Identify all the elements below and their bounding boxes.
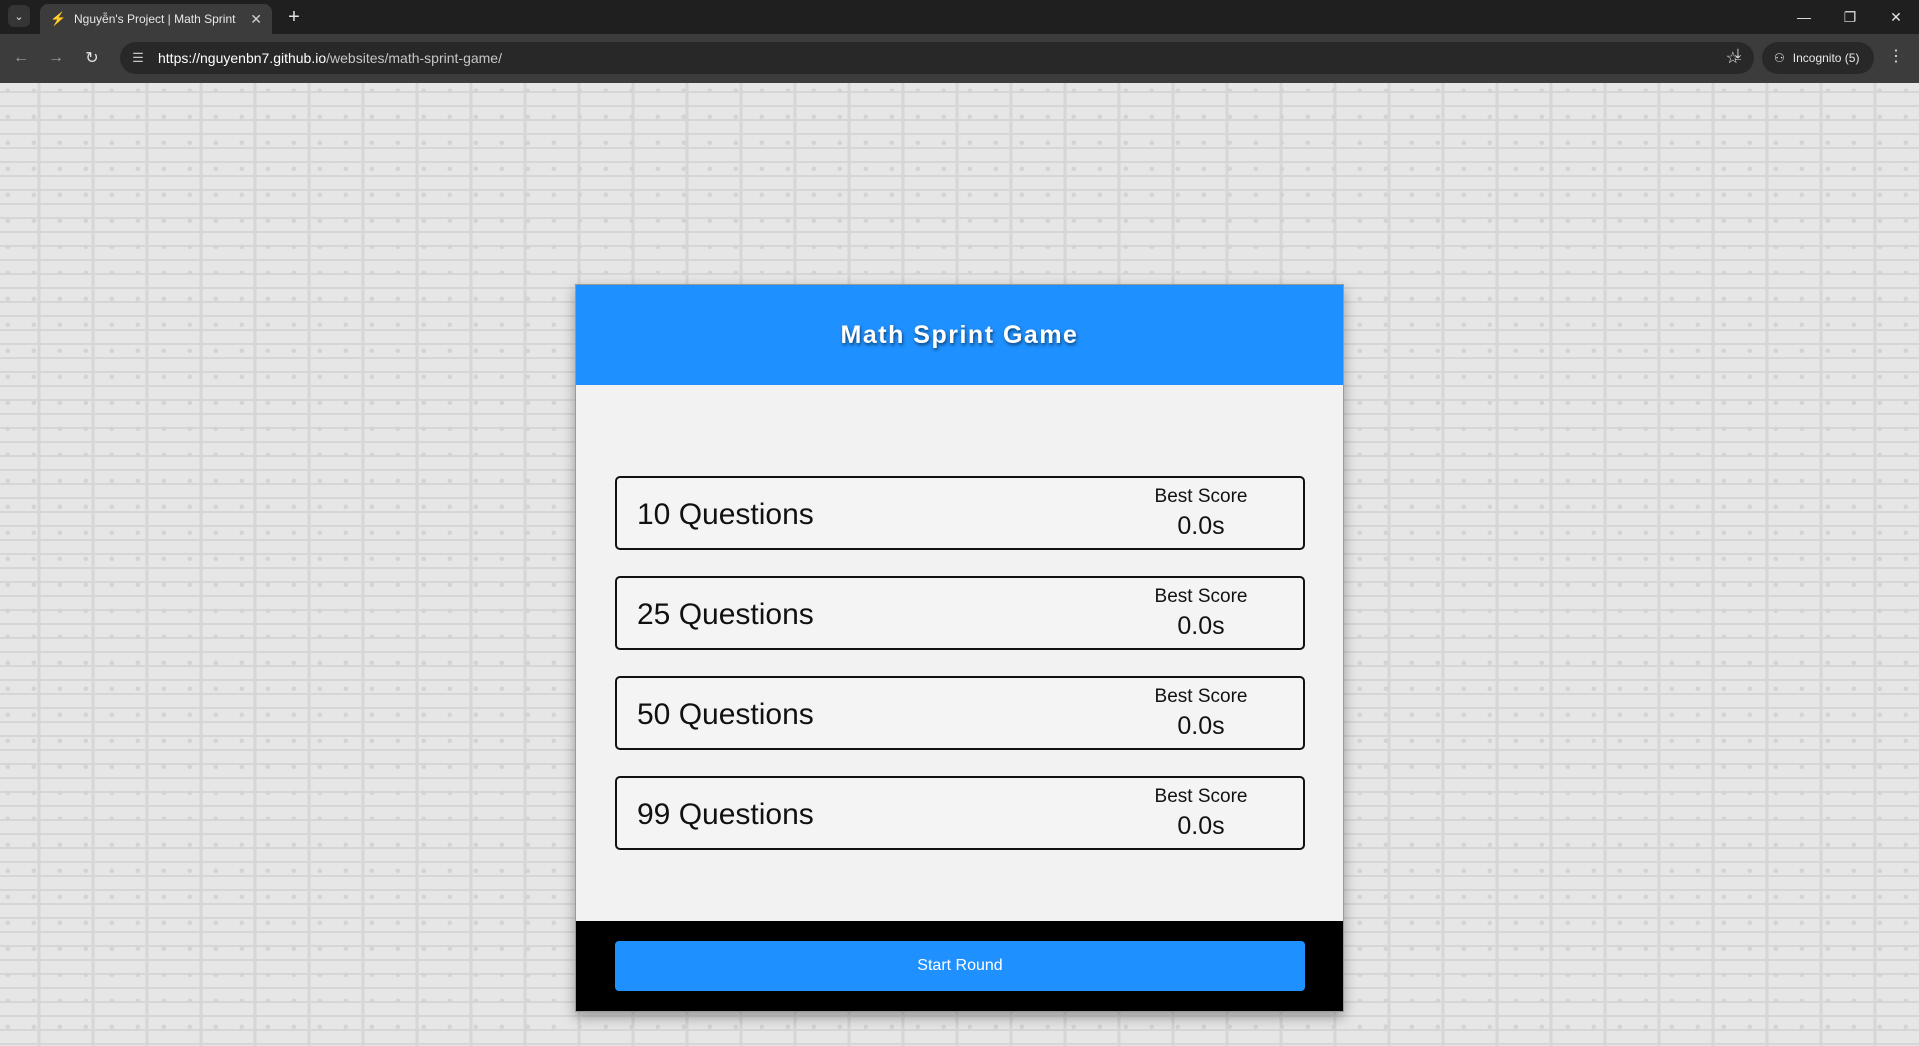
- url-path: /websites/math-sprint-game/: [326, 50, 502, 66]
- best-score: Best Score 0.0s: [1121, 786, 1281, 841]
- best-score: Best Score 0.0s: [1121, 486, 1281, 541]
- bolt-icon: ⚡: [50, 11, 67, 26]
- game-header: Math Sprint Game: [576, 285, 1343, 385]
- plus-icon[interactable]: +: [282, 6, 306, 30]
- arrow-right-icon[interactable]: →: [44, 46, 68, 70]
- reload-icon[interactable]: ↻: [80, 46, 104, 70]
- incognito-icon: ⚇: [1774, 51, 1785, 65]
- start-round-button[interactable]: Start Round: [615, 941, 1305, 991]
- minimize-icon[interactable]: —: [1781, 0, 1827, 34]
- arrow-left-icon[interactable]: ←: [9, 46, 33, 70]
- choice-label: 50 Questions: [637, 698, 814, 731]
- best-score-value: 0.0s: [1177, 512, 1225, 540]
- incognito-button[interactable]: ⚇ Incognito (5): [1762, 42, 1874, 74]
- download-icon[interactable]: ⤓: [1726, 46, 1750, 70]
- address-bar[interactable]: ☰ https://nguyenbn7.github.io/websites/m…: [120, 42, 1754, 74]
- restore-icon[interactable]: ❐: [1827, 0, 1873, 34]
- best-score-value: 0.0s: [1177, 812, 1225, 840]
- browser-toolbar: ← → ↻ ☰ https://nguyenbn7.github.io/webs…: [0, 34, 1919, 83]
- incognito-label: Incognito (5): [1792, 51, 1860, 65]
- game-footer: Start Round: [576, 921, 1343, 1011]
- best-score-label: Best Score: [1154, 586, 1248, 607]
- best-score: Best Score 0.0s: [1121, 586, 1281, 641]
- choice-25-questions[interactable]: 25 Questions Best Score 0.0s: [615, 576, 1305, 650]
- best-score-value: 0.0s: [1177, 712, 1225, 740]
- choice-label: 99 Questions: [637, 798, 814, 831]
- best-score: Best Score 0.0s: [1121, 686, 1281, 741]
- best-score-label: Best Score: [1154, 486, 1248, 507]
- best-score-label: Best Score: [1154, 786, 1248, 807]
- choice-50-questions[interactable]: 50 Questions Best Score 0.0s: [615, 676, 1305, 750]
- choice-10-questions[interactable]: 10 Questions Best Score 0.0s: [615, 476, 1305, 550]
- game-container: Math Sprint Game 10 Questions Best Score…: [575, 284, 1344, 1012]
- chevron-down-icon[interactable]: ⌄: [8, 5, 30, 27]
- page-viewport: Math Sprint Game 10 Questions Best Score…: [0, 83, 1919, 1046]
- close-icon[interactable]: ✕: [250, 11, 262, 28]
- browser-tab[interactable]: ⚡ Nguyễn's Project | Math Sprint ✕: [40, 4, 272, 34]
- browser-tab-strip: ⌄ ⚡ Nguyễn's Project | Math Sprint ✕ + —…: [0, 0, 1919, 34]
- best-score-value: 0.0s: [1177, 612, 1225, 640]
- question-choices: 10 Questions Best Score 0.0s 25 Question…: [615, 476, 1305, 876]
- choice-label: 25 Questions: [637, 598, 814, 631]
- url-host: https://nguyenbn7.github.io: [158, 50, 327, 66]
- choice-99-questions[interactable]: 99 Questions Best Score 0.0s: [615, 776, 1305, 850]
- window-close-icon[interactable]: ✕: [1873, 0, 1919, 34]
- kebab-menu-icon[interactable]: ⋮: [1888, 46, 1904, 66]
- game-title: Math Sprint Game: [840, 320, 1079, 349]
- tab-title: Nguyễn's Project | Math Sprint: [74, 12, 236, 26]
- choice-label: 10 Questions: [637, 498, 814, 531]
- best-score-label: Best Score: [1154, 686, 1248, 707]
- tune-icon[interactable]: ☰: [130, 50, 146, 66]
